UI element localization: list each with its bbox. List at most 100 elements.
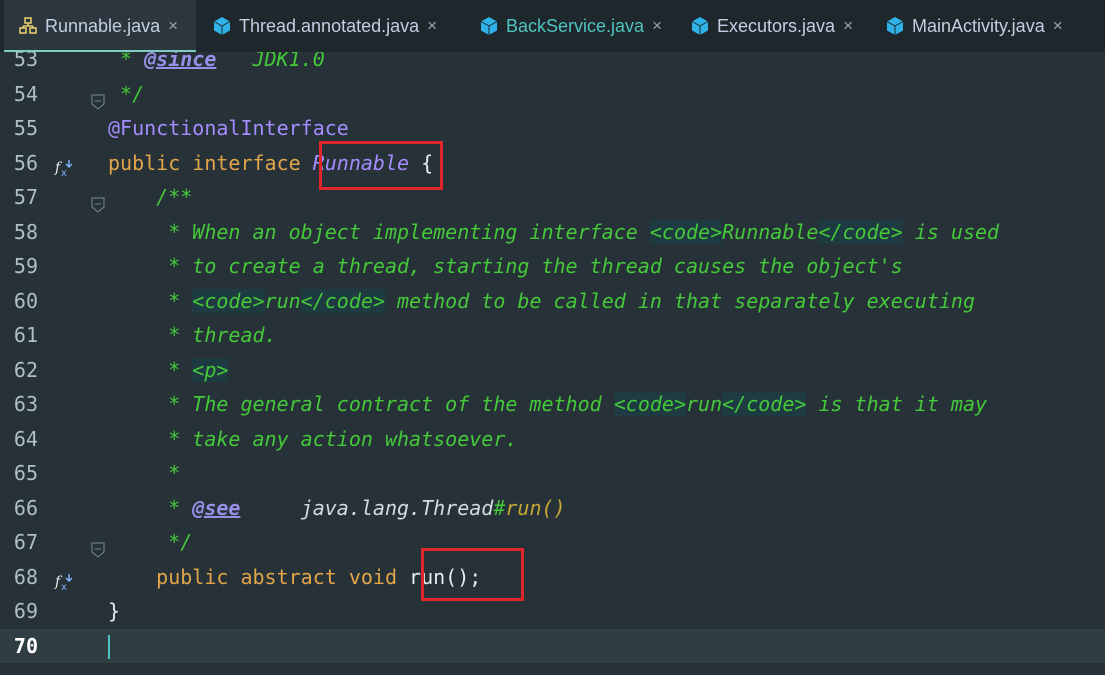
code-line[interactable]: 68 f x public abstract void run();	[0, 560, 1105, 595]
code-token: public abstract void	[108, 564, 410, 589]
implemented-method-icon[interactable]: fx	[54, 568, 74, 593]
code-text: */	[108, 525, 192, 560]
line-number: 59	[13, 254, 38, 278]
code-text: * thread.	[108, 318, 276, 353]
line-number: 65	[13, 461, 38, 485]
code-token: * to create a thread, starting the threa…	[108, 254, 903, 278]
highlight-box-runnable	[319, 141, 443, 190]
line-number: 64	[13, 426, 38, 451]
code-token: java.lang.Thread	[300, 495, 494, 520]
code-token: @FunctionalInterface	[108, 116, 349, 140]
code-line[interactable]: 59 * to create a thread, starting the th…	[0, 249, 1105, 284]
line-number: 69	[13, 599, 38, 623]
fold-toggle-icon[interactable]	[91, 86, 105, 110]
close-icon[interactable]: ×	[652, 16, 662, 36]
code-token: /**	[108, 185, 193, 209]
line-number: 68	[13, 564, 38, 589]
code-token: @see	[192, 495, 241, 520]
code-token: #	[493, 495, 506, 520]
code-line[interactable]: 60 * <code>run</code> method to be calle…	[0, 284, 1105, 319]
code-line[interactable]: 55 @FunctionalInterface	[0, 111, 1105, 146]
line-number: 56	[13, 150, 38, 175]
text-caret	[108, 634, 110, 659]
code-line[interactable]: 56 f x public interface Runnable {	[0, 146, 1105, 181]
code-line[interactable]: 65 *	[0, 456, 1105, 491]
tab-backservice-java[interactable]: BackService.java ×	[479, 0, 662, 52]
code-text: */	[108, 77, 144, 112]
close-icon[interactable]: ×	[1053, 16, 1063, 36]
code-token: Runnable	[722, 219, 819, 244]
line-number: 66	[13, 495, 38, 520]
tab-thread-annotated-java[interactable]: Thread.annotated.java ×	[212, 0, 437, 52]
tab-label: Thread.annotated.java	[239, 15, 420, 36]
interface-structure-icon	[18, 16, 38, 36]
code-line[interactable]: 64 * take any action whatsoever.	[0, 422, 1105, 457]
code-token: }	[108, 599, 121, 623]
code-line[interactable]: 67 */	[0, 525, 1105, 560]
java-class-cube-icon	[690, 16, 710, 36]
tab-runnable-java[interactable]: Runnable.java ×	[4, 0, 196, 52]
code-token: *	[108, 288, 193, 313]
code-token: <code>	[613, 392, 686, 416]
code-editor[interactable]: 53 * @since JDK1.0 54 */55 @FunctionalInte…	[0, 52, 1105, 675]
fold-toggle-icon[interactable]	[91, 534, 105, 558]
code-line[interactable]: 53 * @since JDK1.0	[0, 52, 1105, 77]
java-class-cube-icon	[479, 16, 499, 36]
code-token: run()	[505, 495, 566, 520]
tab-label: BackService.java	[506, 15, 645, 36]
code-text: /**	[108, 180, 192, 215]
line-number: 55	[13, 116, 38, 140]
svg-text:x: x	[61, 168, 67, 178]
code-line[interactable]: 57 /**	[0, 180, 1105, 215]
line-number: 58	[13, 219, 38, 244]
line-number: 54	[13, 81, 38, 106]
fold-toggle-icon[interactable]	[91, 189, 105, 213]
code-token: * The general contract of the method	[108, 392, 614, 416]
code-token: run	[685, 392, 723, 416]
code-line[interactable]: 62 * <p>	[0, 353, 1105, 388]
code-text: * <code>run</code> method to be called i…	[108, 284, 975, 319]
tab-mainactivity-java[interactable]: MainActivity.java ×	[885, 0, 1063, 52]
code-token: * take any action whatsoever.	[108, 426, 518, 451]
code-line[interactable]: 61 * thread.	[0, 318, 1105, 353]
code-token: </code>	[818, 219, 903, 244]
code-token: <p>	[192, 357, 229, 382]
implemented-method-icon[interactable]: fx	[54, 154, 74, 179]
tab-label: Runnable.java	[45, 15, 161, 36]
code-token: is used	[902, 219, 1000, 244]
svg-text:x: x	[61, 582, 67, 592]
java-class-cube-icon	[885, 16, 905, 36]
code-token: */	[108, 81, 145, 106]
code-line[interactable]: 54 */	[0, 77, 1105, 112]
code-line[interactable]: 69}	[0, 594, 1105, 629]
code-token: </code>	[722, 392, 807, 416]
code-line[interactable]: 63 * The general contract of the method …	[0, 387, 1105, 422]
code-token: */	[108, 530, 193, 554]
line-number: 57	[13, 185, 38, 209]
tab-executors-java[interactable]: Executors.java ×	[690, 0, 853, 52]
code-text: * @see java.lang.Thread#run()	[108, 491, 566, 526]
code-token: *	[108, 357, 193, 382]
line-number: 67	[13, 530, 38, 554]
code-line[interactable]: 66 * @see java.lang.Thread#run()	[0, 491, 1105, 526]
java-class-cube-icon	[212, 16, 232, 36]
code-text: @FunctionalInterface	[108, 111, 349, 146]
code-line[interactable]: 58 * When an object implementing interfa…	[0, 215, 1105, 250]
close-icon[interactable]: ×	[843, 16, 853, 36]
close-icon[interactable]: ×	[427, 16, 437, 36]
code-text: * The general contract of the method <co…	[108, 387, 987, 422]
code-token: @since	[144, 52, 217, 71]
code-text: * When an object implementing interface …	[108, 215, 999, 250]
line-number: 61	[13, 323, 38, 347]
code-token: method to be called in that separately e…	[384, 288, 975, 313]
code-token: run	[264, 288, 301, 313]
tab-label: Executors.java	[717, 15, 836, 36]
code-token: public interface	[108, 150, 313, 175]
line-number: 62	[13, 357, 38, 382]
code-text: }	[108, 594, 120, 629]
code-text: *	[108, 456, 180, 491]
code-line[interactable]: 70	[0, 628, 1105, 663]
code-token: *	[108, 461, 181, 485]
close-icon[interactable]: ×	[168, 16, 178, 36]
code-text: * @since JDK1.0	[108, 52, 325, 77]
